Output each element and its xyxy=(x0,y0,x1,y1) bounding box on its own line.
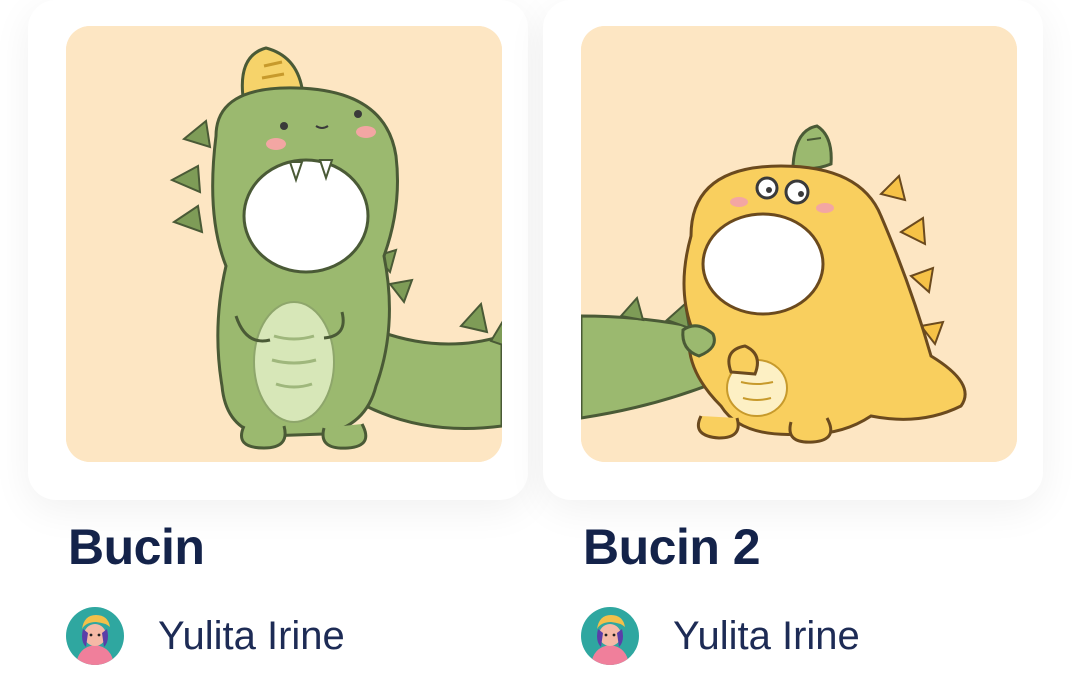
story-title[interactable]: Bucin 2 xyxy=(583,512,761,582)
story-card-bucin-2[interactable]: Bucin 2 Yulita Irine xyxy=(543,0,1058,675)
story-card-bucin[interactable]: Bucin Yulita Irine xyxy=(28,0,543,675)
cover-image[interactable] xyxy=(66,26,502,462)
author-avatar-icon[interactable] xyxy=(66,607,124,665)
cover-image[interactable] xyxy=(581,26,1017,462)
author-name[interactable]: Yulita Irine xyxy=(673,614,860,659)
author-row[interactable]: Yulita Irine xyxy=(66,604,345,668)
story-title[interactable]: Bucin xyxy=(68,512,205,582)
green-dinosaur-illustration xyxy=(66,26,502,462)
yellow-dinosaur-illustration xyxy=(581,26,1017,462)
author-name[interactable]: Yulita Irine xyxy=(158,614,345,659)
author-row[interactable]: Yulita Irine xyxy=(581,604,860,668)
story-grid: Bucin Yulita Irine Bucin 2 Yulita Irine xyxy=(0,0,1080,675)
author-avatar-icon[interactable] xyxy=(581,607,639,665)
